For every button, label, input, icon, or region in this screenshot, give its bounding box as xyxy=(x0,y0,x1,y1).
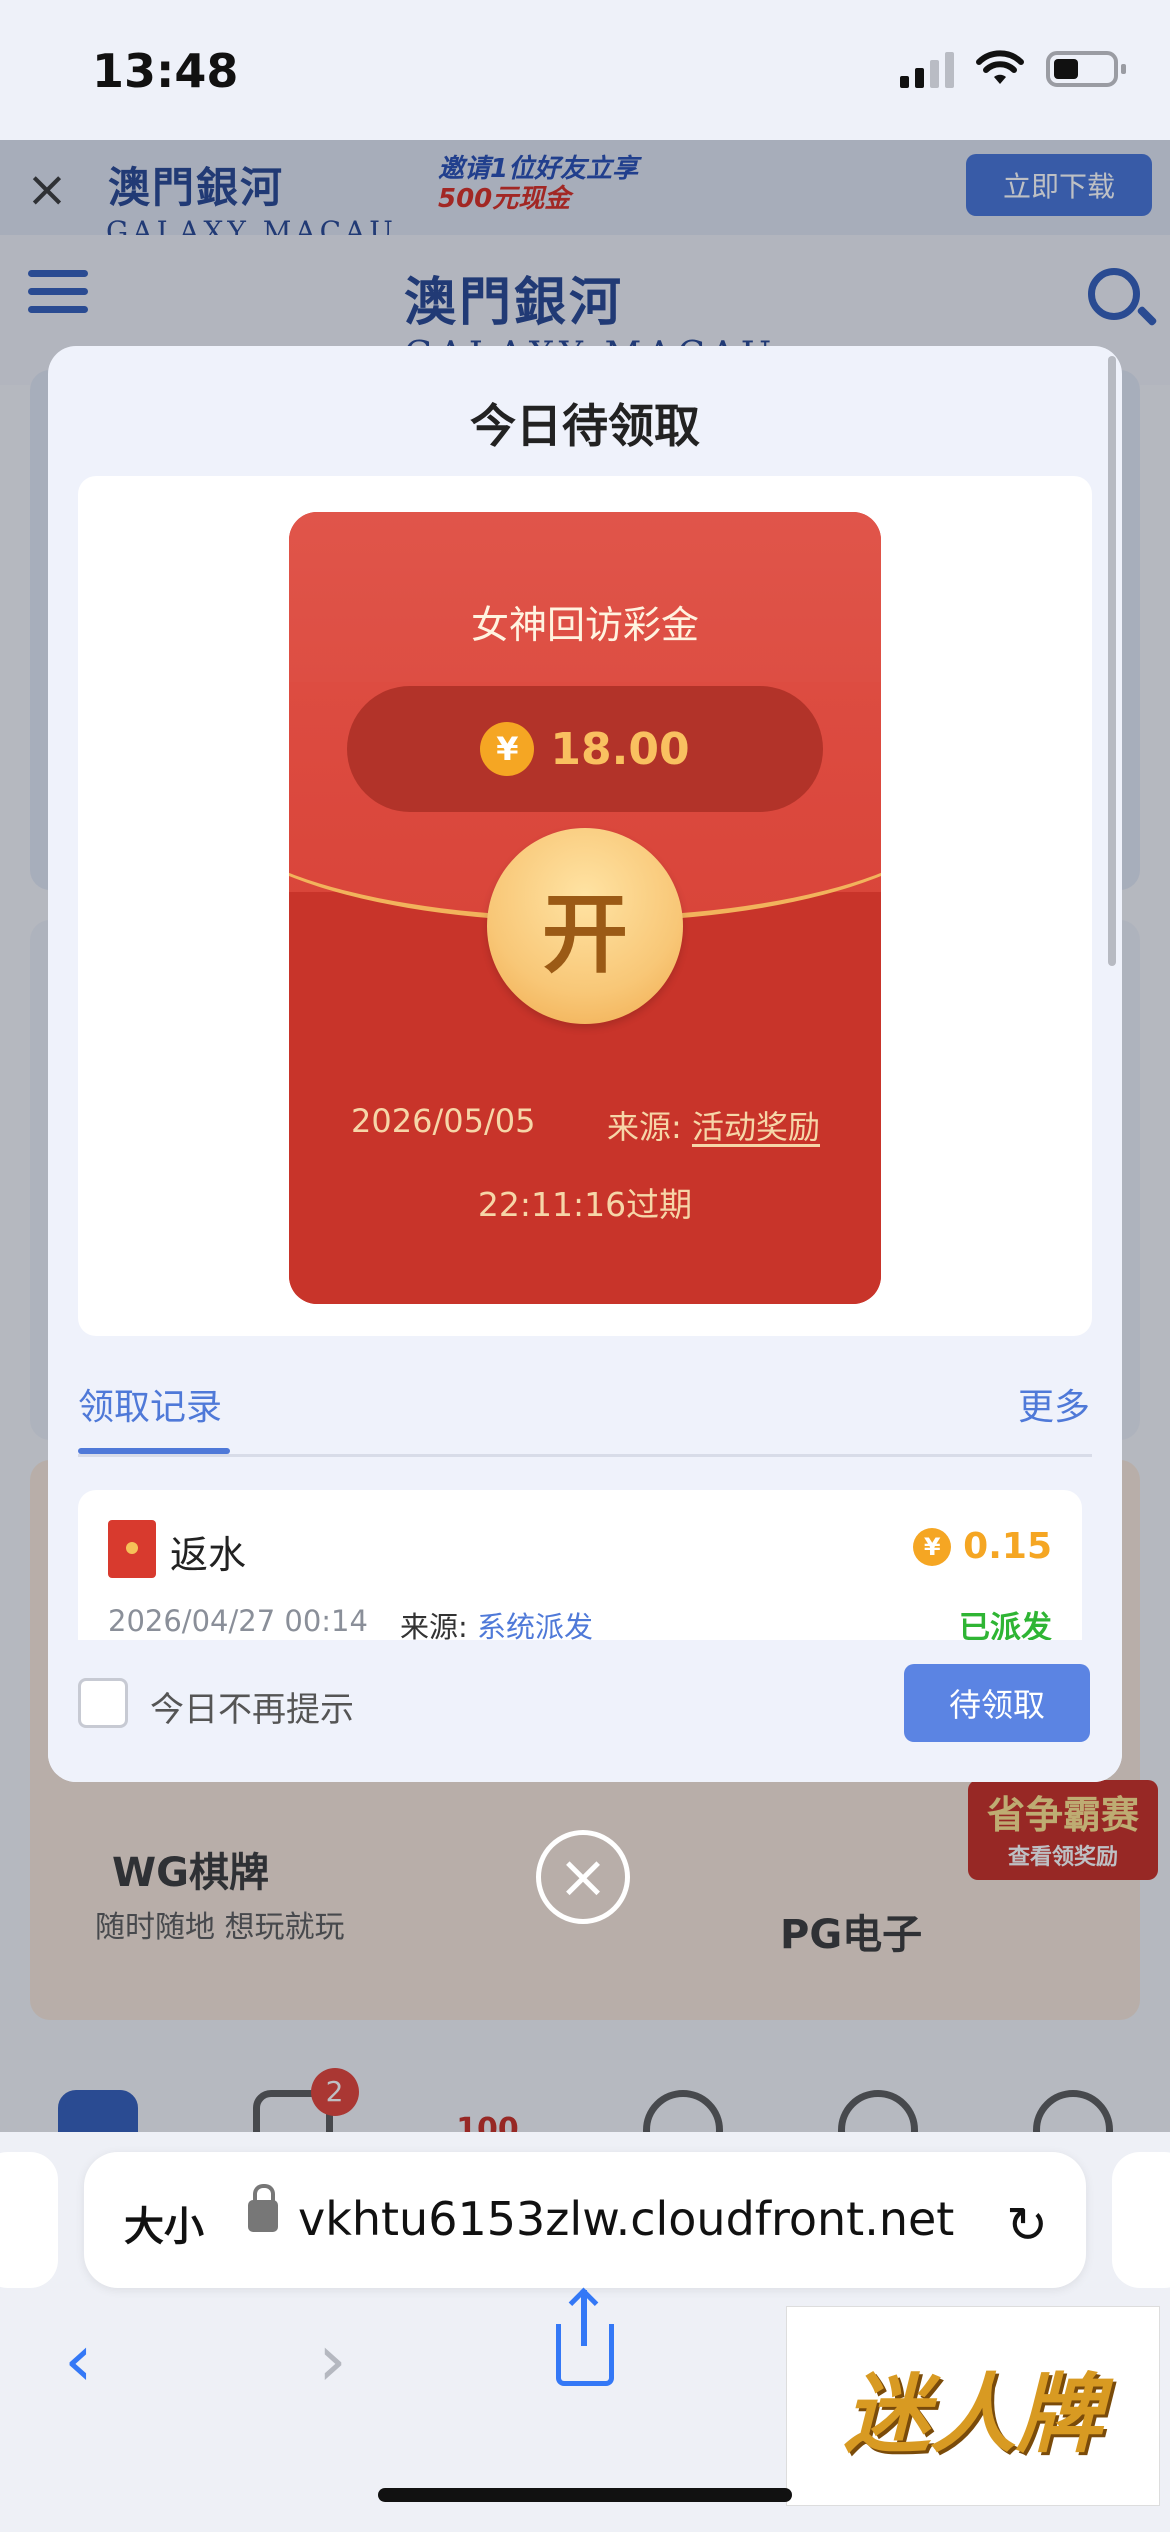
record-name: 返水 xyxy=(170,1533,247,1577)
status-bar: 13:48 xyxy=(0,0,1170,140)
pending-rewards-modal: 今日待领取 女神回访彩金 ¥ 18.00 开 2026/05/05 来源: 活动… xyxy=(48,346,1122,1782)
open-envelope-button[interactable]: 开 xyxy=(487,828,683,1024)
page-settings-button[interactable]: 大小 xyxy=(124,2194,204,2252)
close-icon: × xyxy=(557,1842,609,1912)
red-envelope[interactable]: 女神回访彩金 ¥ 18.00 开 2026/05/05 来源: 活动奖励 22:… xyxy=(289,512,881,1304)
envelope-container: 女神回访彩金 ¥ 18.00 开 2026/05/05 来源: 活动奖励 22:… xyxy=(78,476,1092,1336)
claim-button[interactable]: 待领取 xyxy=(904,1664,1090,1742)
record-datetime: 2026/04/27 00:14 xyxy=(108,1604,368,1638)
modal-footer: 今日不再提示 待领取 xyxy=(48,1640,1122,1782)
envelope-date: 2026/05/05 xyxy=(351,1102,536,1140)
modal-title: 今日待领取 xyxy=(470,399,700,453)
tab-claim-records[interactable]: 领取记录 xyxy=(78,1378,222,1430)
record-amount: ¥ 0.15 xyxy=(913,1526,1052,1567)
url-text[interactable]: vkhtu6153zlw.cloudfront.net xyxy=(298,2192,1038,2246)
reload-icon[interactable]: ↻ xyxy=(1006,2196,1048,2254)
yen-coin-icon: ¥ xyxy=(913,1527,952,1566)
watermark-logo: 迷人牌 xyxy=(786,2306,1160,2506)
active-tab-indicator xyxy=(78,1448,230,1454)
envelope-source: 来源: 活动奖励 xyxy=(607,1108,820,1146)
lock-icon xyxy=(248,2184,278,2232)
status-time: 13:48 xyxy=(92,44,239,98)
red-envelope-icon xyxy=(108,1520,156,1578)
tab-divider xyxy=(78,1454,1092,1457)
envelope-expiry: 22:11:16过期 xyxy=(477,1185,693,1224)
envelope-name: 女神回访彩金 xyxy=(470,603,699,647)
envelope-amount: 18.00 xyxy=(550,723,690,775)
address-bar[interactable]: 大小 vkhtu6153zlw.cloudfront.net ↻ xyxy=(84,2152,1086,2288)
envelope-source-link[interactable]: 活动奖励 xyxy=(692,1108,820,1146)
forward-button[interactable]: › xyxy=(318,2318,347,2402)
envelope-amount-pill: ¥ 18.00 xyxy=(347,686,823,812)
close-modal-button[interactable]: × xyxy=(536,1830,630,1924)
modal-scrollbar[interactable] xyxy=(1108,356,1116,966)
next-tab-card[interactable] xyxy=(1112,2152,1170,2288)
wifi-icon xyxy=(976,50,1024,84)
battery-icon xyxy=(1046,51,1126,87)
more-link[interactable]: 更多 xyxy=(1018,1378,1090,1430)
dont-show-label[interactable]: 今日不再提示 xyxy=(150,1682,354,1731)
previous-tab-card[interactable] xyxy=(0,2152,58,2288)
yen-coin-icon: ¥ xyxy=(480,722,535,776)
share-icon[interactable] xyxy=(556,2290,614,2386)
status-icons xyxy=(900,50,1126,88)
back-button[interactable]: ‹ xyxy=(64,2318,93,2402)
home-indicator[interactable] xyxy=(378,2488,792,2502)
cellular-signal-icon xyxy=(900,50,954,88)
dont-show-checkbox[interactable] xyxy=(78,1678,128,1728)
